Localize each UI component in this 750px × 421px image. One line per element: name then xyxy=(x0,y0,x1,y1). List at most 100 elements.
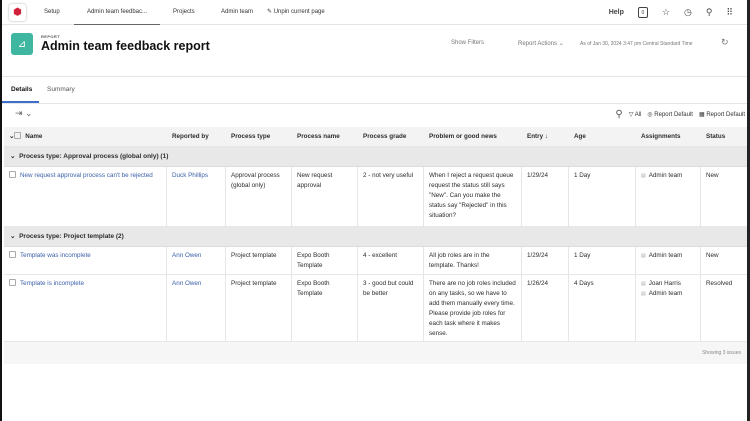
table-row[interactable]: Template is incomplete Ann Owen Project … xyxy=(4,275,747,342)
column-header-name[interactable]: ⌄ Name xyxy=(4,131,167,142)
grouping-button[interactable]: ▦ Report Default xyxy=(699,111,745,118)
row-checkbox[interactable] xyxy=(9,251,16,258)
help-button[interactable]: Help xyxy=(609,9,624,16)
issue-name-link[interactable]: Template is incomplete xyxy=(20,280,84,287)
assignment: ▤ Admin team xyxy=(641,171,695,181)
status: New xyxy=(706,252,719,259)
reported-by-link[interactable]: Ann Owen xyxy=(172,252,201,259)
nav-tab-setup[interactable]: Setup xyxy=(44,0,60,25)
entry-date: 1/29/24 xyxy=(522,167,569,226)
age: 1 Day xyxy=(569,167,636,226)
unpin-button[interactable]: ✎ Unpin current page xyxy=(267,0,325,25)
report-table: ⌄ Name Reported by Process type Process n… xyxy=(4,127,747,364)
entry-date: 1/29/24 xyxy=(522,247,569,274)
row-checkbox[interactable] xyxy=(9,279,16,286)
assignee-name: Admin team xyxy=(648,172,683,179)
table-header: ⌄ Name Reported by Process type Process n… xyxy=(4,127,747,147)
nav-tab-admin-team[interactable]: Admin team xyxy=(221,0,253,25)
issue-name-link[interactable]: New request approval process can't be re… xyxy=(20,172,153,179)
top-navigation: ⬢ Setup Admin team feedbac... Projects A… xyxy=(2,0,747,25)
page-title: Admin team feedback report xyxy=(41,39,210,53)
group-header[interactable]: ⌄ Process type: Project template (2) xyxy=(4,227,747,247)
team-icon: ▤ xyxy=(641,173,646,179)
column-header[interactable]: Reported by xyxy=(167,132,226,142)
assignments: ▤ Admin team xyxy=(636,247,701,274)
status: Resolved xyxy=(706,280,733,287)
column-header[interactable]: Process name xyxy=(292,132,358,142)
report-actions-label: Report Actions xyxy=(518,41,558,47)
team-icon: ▤ xyxy=(641,291,646,297)
process-type: Project template xyxy=(226,247,292,274)
problem-text: When I reject a request queue request th… xyxy=(424,167,522,226)
reported-by-link[interactable]: Duck Phillips xyxy=(172,172,208,179)
nav-tab-projects[interactable]: Projects xyxy=(173,0,195,25)
chevron-down-icon[interactable]: ⌄ xyxy=(10,233,15,240)
column-header[interactable]: Status xyxy=(701,132,747,142)
row-checkbox[interactable] xyxy=(9,171,16,178)
view-button[interactable]: ◎ Report Default xyxy=(647,111,693,118)
results-count: Showing 3 issues xyxy=(4,342,747,364)
column-header[interactable]: Entry ↓ xyxy=(522,132,569,142)
assignee-name: Admin team xyxy=(648,290,683,297)
chevron-down-icon[interactable]: ⌄ xyxy=(10,153,15,160)
process-grade: 4 - excellent xyxy=(358,247,424,274)
show-filters-button[interactable]: Show Filters xyxy=(451,40,484,46)
assignment: ▤ Admin team xyxy=(641,289,695,299)
process-grade: 3 - good but could be better xyxy=(358,275,424,341)
problem-text: All job roles are in the template. Thank… xyxy=(424,247,522,274)
column-label: Name xyxy=(25,132,43,140)
status: New xyxy=(706,172,719,179)
reported-by-link[interactable]: Ann Owen xyxy=(172,280,201,287)
pin-icon: ✎ xyxy=(267,9,274,15)
process-type: Approval process (global only) xyxy=(226,167,292,226)
view-label: Report Default xyxy=(654,112,693,118)
team-icon: ▤ xyxy=(641,253,646,259)
unpin-label: Unpin current page xyxy=(273,9,325,15)
assignments: ▤ Admin team xyxy=(636,167,701,226)
divider xyxy=(2,76,747,77)
export-icon[interactable]: ⇥ ⌄ xyxy=(15,108,33,119)
table-row[interactable]: New request approval process can't be re… xyxy=(4,167,747,227)
assignment: ▤ Admin team xyxy=(641,251,695,261)
tab-details[interactable]: Details xyxy=(11,86,32,93)
column-header[interactable]: Problem or good news xyxy=(424,132,522,142)
star-icon[interactable]: ☆ xyxy=(662,7,670,18)
assignee-name: Admin team xyxy=(648,252,683,259)
team-icon: ▤ xyxy=(641,281,646,287)
column-header[interactable]: Assignments xyxy=(636,132,701,142)
group-header[interactable]: ⌄ Process type: Approval process (global… xyxy=(4,147,747,167)
group-label: Process type: Approval process (global o… xyxy=(19,153,169,160)
search-icon[interactable]: ⚲ xyxy=(706,7,713,18)
issue-name-link[interactable]: Template was incomplete xyxy=(20,252,91,259)
search-icon[interactable]: ⚲ xyxy=(615,109,622,120)
select-all-checkbox[interactable] xyxy=(14,131,22,139)
assignee-name: Joan Harris xyxy=(648,280,681,287)
chevron-down-icon: ⌄ xyxy=(558,41,564,47)
timestamp: As of Jan 30, 2024 3:47 pm Central Stand… xyxy=(580,41,693,47)
assignment: ▤ Joan Harris xyxy=(641,279,695,289)
entry-date: 1/26/24 xyxy=(522,275,569,341)
age: 4 Days xyxy=(569,275,636,341)
column-header[interactable]: Age xyxy=(569,132,636,142)
process-type: Project template xyxy=(226,275,292,341)
apps-grid-icon[interactable]: ⠿ xyxy=(726,7,733,18)
refresh-icon[interactable]: ↻ xyxy=(721,37,729,48)
grouping-label: Report Default xyxy=(706,112,745,118)
age: 1 Day xyxy=(569,247,636,274)
filter-button[interactable]: ▽ All xyxy=(629,111,642,118)
notifications-button[interactable]: 0 xyxy=(637,7,648,18)
problem-text: There are no job roles included on any t… xyxy=(424,275,522,341)
app-logo-icon[interactable]: ⬢ xyxy=(9,4,26,21)
group-label: Process type: Project template (2) xyxy=(19,233,124,240)
report-actions-button[interactable]: Report Actions ⌄ xyxy=(518,40,564,47)
table-row[interactable]: Template was incomplete Ann Owen Project… xyxy=(4,247,747,275)
nav-tab-report[interactable]: Admin team feedbac... xyxy=(74,0,160,25)
process-name: Expo Booth Template xyxy=(292,275,358,341)
history-icon[interactable]: ◷ xyxy=(684,7,692,18)
column-header[interactable]: Process grade xyxy=(358,132,424,142)
tab-summary[interactable]: Summary xyxy=(47,86,75,93)
column-header[interactable]: Process type xyxy=(226,132,292,142)
assignments: ▤ Joan Harris ▤ Admin team xyxy=(636,275,701,341)
process-name: Expo Booth Template xyxy=(292,247,358,274)
divider xyxy=(2,103,747,104)
